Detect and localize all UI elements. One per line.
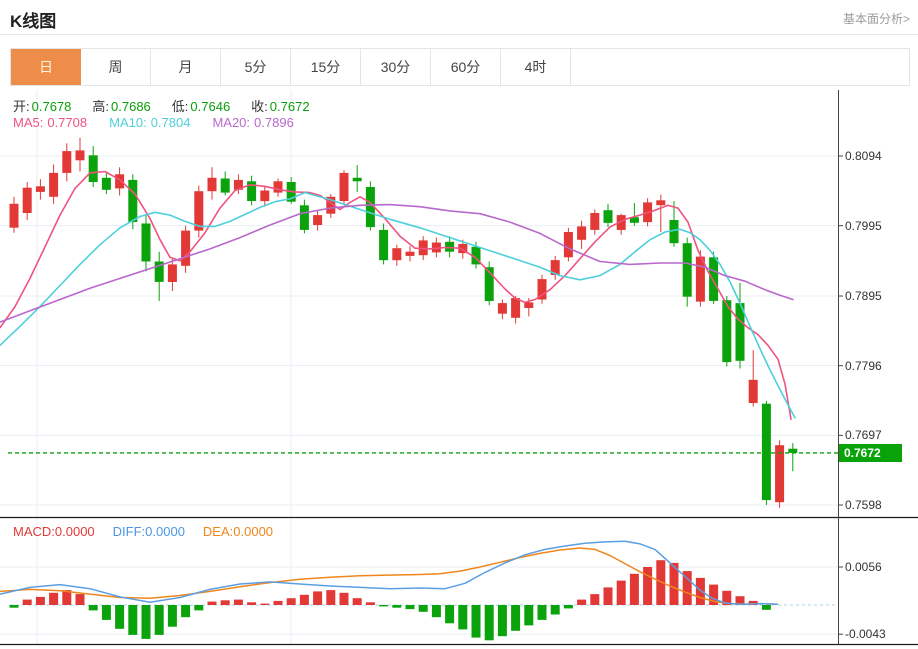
kline-page: K线图 基本面分析> 日 周 月 5分 15分 30分 60分 4时 开: 0.7… bbox=[0, 0, 918, 649]
macd-value: MACD:0.0000 bbox=[13, 524, 95, 539]
low-value: 低: 0.7646 bbox=[171, 99, 231, 114]
price-axis-label: 0.8094 bbox=[845, 149, 882, 163]
tab-week[interactable]: 周 bbox=[81, 49, 151, 85]
open-value: 开: 0.7678 bbox=[13, 99, 72, 114]
ma5-line bbox=[0, 170, 792, 421]
tab-4hour[interactable]: 4时 bbox=[501, 49, 571, 85]
tab-60min[interactable]: 60分 bbox=[431, 49, 501, 85]
dea-value: DEA:0.0000 bbox=[202, 524, 274, 539]
price-axis-label: 0.7697 bbox=[845, 428, 882, 443]
ma20-value: MA20: 0.7896 bbox=[212, 115, 294, 130]
tab-day[interactable]: 日 bbox=[11, 49, 81, 85]
high-value: 高: 0.7686 bbox=[92, 99, 151, 114]
page-title: K线图 bbox=[10, 12, 57, 31]
ma10-value: MA10: 0.7804 bbox=[109, 115, 191, 130]
tab-15min[interactable]: 15分 bbox=[291, 49, 361, 85]
price-axis-label: 0.7895 bbox=[845, 289, 882, 304]
fundamental-analysis-link[interactable]: 基本面分析> bbox=[843, 10, 910, 27]
tab-30min[interactable]: 30分 bbox=[361, 49, 431, 85]
tab-5min[interactable]: 5分 bbox=[221, 49, 291, 85]
price-axis-label: 0.7598 bbox=[845, 498, 882, 512]
macd-histogram bbox=[9, 560, 771, 641]
macd-axis-label: 0.0056 bbox=[845, 560, 882, 574]
diff-value: DIFF:0.0000 bbox=[112, 524, 185, 539]
tab-month[interactable]: 月 bbox=[151, 49, 221, 85]
macd-axis-label: -0.0043 bbox=[845, 627, 886, 642]
price-axis-label: 0.7995 bbox=[845, 218, 882, 233]
ma-legend: MA5: 0.7708 MA10: 0.7804 MA20: 0.7896 bbox=[13, 115, 316, 130]
price-axis-label: 0.7796 bbox=[845, 358, 882, 373]
ma5-value: MA5: 0.7708 bbox=[13, 115, 88, 130]
ohlc-legend: 开: 0.7678 高: 0.7686 低: 0.7646 收: 0.7672 bbox=[13, 96, 331, 115]
header-divider bbox=[0, 34, 918, 35]
period-tabs: 日 周 月 5分 15分 30分 60分 4时 bbox=[10, 48, 910, 86]
close-value: 收: 0.7672 bbox=[251, 99, 310, 114]
macd-legend: MACD:0.0000 DIFF:0.0000 DEA:0.0000 bbox=[13, 524, 291, 539]
current-price-tag: 0.7672 bbox=[839, 443, 902, 462]
